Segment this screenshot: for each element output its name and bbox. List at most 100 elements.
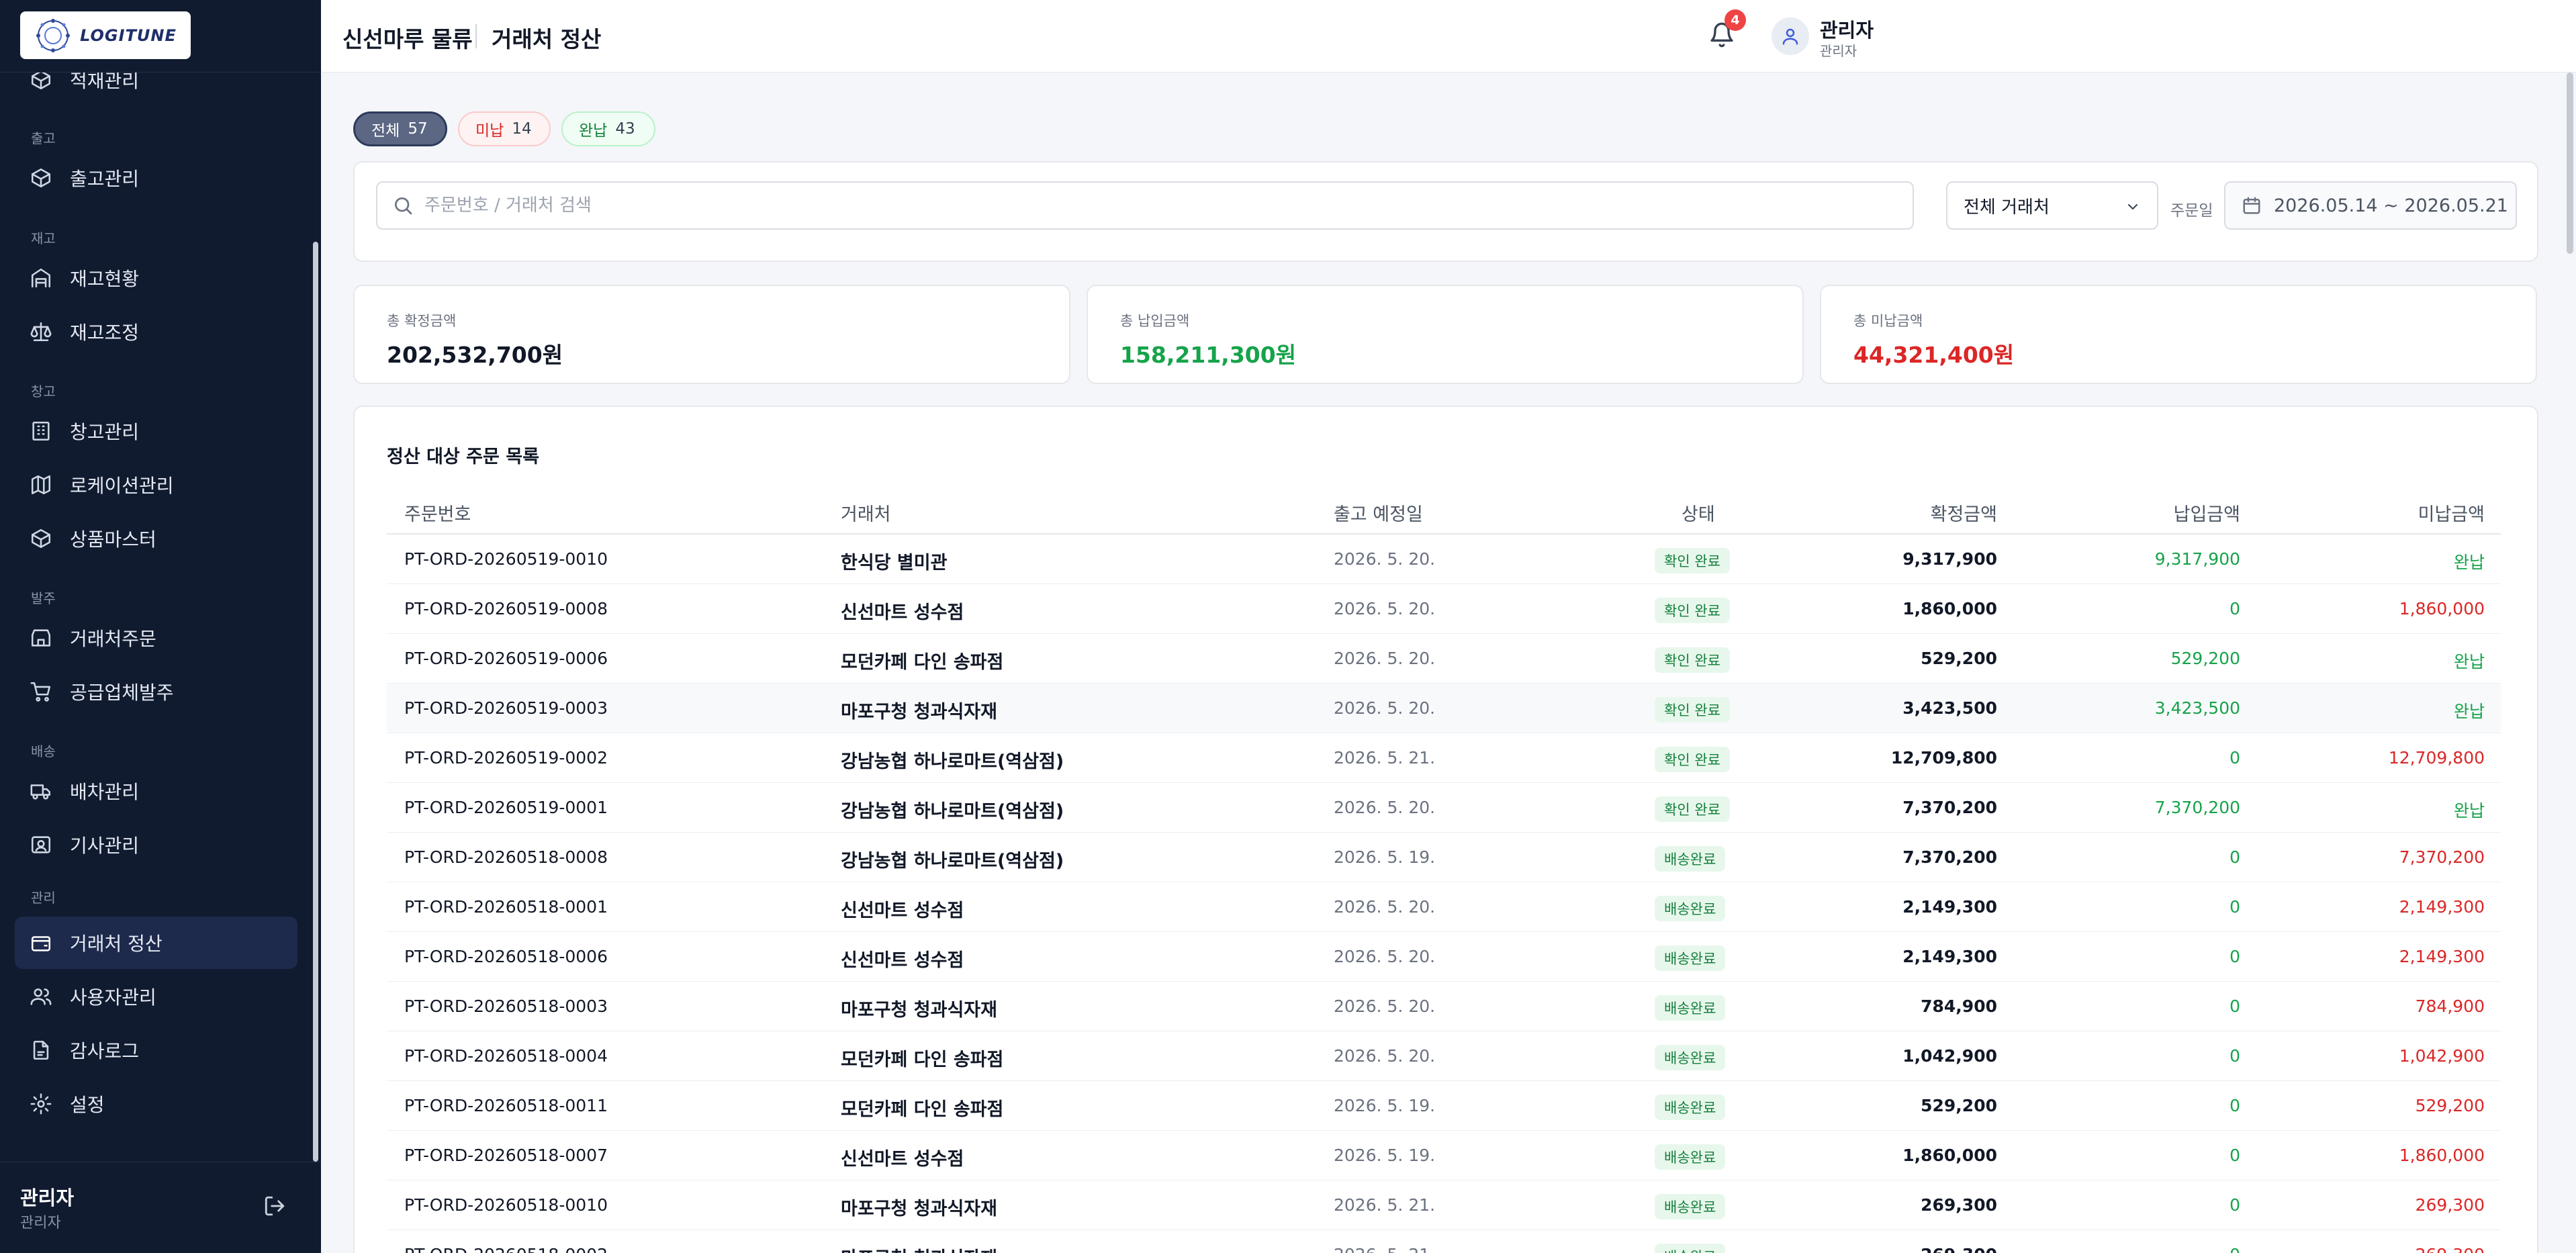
order-number[interactable]: PT-ORD-20260518-0008	[404, 847, 608, 867]
sidebar-item[interactable]: 거래처 정산	[15, 917, 297, 969]
table-row[interactable]: PT-ORD-20260519-0001 강남농협 하나로마트(역삼점) 2026.…	[387, 783, 2501, 833]
sidebar-item-label: 재고조정	[70, 322, 140, 344]
logout-icon[interactable]	[263, 1195, 286, 1217]
column-header-unpaid[interactable]: 미납금액	[2418, 500, 2485, 526]
sidebar-item[interactable]: 상품마스터	[15, 512, 297, 565]
table-row[interactable]: PT-ORD-20260518-0007 신선마트 성수점 2026. 5. 19.…	[387, 1131, 2501, 1180]
unpaid-amount: 269,300	[2416, 1245, 2485, 1253]
vendor-name: 마포구청 청과식자재	[841, 1244, 997, 1253]
order-number[interactable]: PT-ORD-20260518-0007	[404, 1146, 608, 1165]
ship-date: 2026. 5. 19.	[1334, 1146, 1436, 1165]
vendor-name: 신선마트 성수점	[841, 900, 964, 921]
table-row[interactable]: PT-ORD-20260518-0011 모던카페 다인 송파점 2026. 5. …	[387, 1081, 2501, 1131]
paid-amount: 0	[2229, 1245, 2240, 1253]
status-badge: 확인 완료	[1655, 548, 1730, 573]
table-row[interactable]: PT-ORD-20260518-0008 강남농협 하나로마트(역삼점) 2026.…	[387, 833, 2501, 882]
order-number[interactable]: PT-ORD-20260518-0004	[404, 1046, 608, 1066]
sidebar-item[interactable]: 적재관리	[15, 73, 297, 106]
order-number[interactable]: PT-ORD-20260519-0001	[404, 798, 608, 817]
box-icon	[31, 73, 51, 90]
column-header-vendor[interactable]: 거래처	[841, 500, 891, 526]
main-scrollbar[interactable]	[2567, 73, 2573, 254]
sidebar-item[interactable]: 출고관리	[15, 152, 297, 204]
column-header-order[interactable]: 주문번호	[404, 500, 471, 526]
vendor-name: 신선마트 성수점	[841, 602, 964, 623]
sidebar-item[interactable]: 거래처주문	[15, 612, 297, 664]
table-row[interactable]: PT-ORD-20260519-0006 모던카페 다인 송파점 2026. 5. …	[387, 634, 2501, 684]
sidebar-scrollbar[interactable]	[313, 242, 318, 1162]
sidebar-item[interactable]: 창고관리	[15, 405, 297, 457]
unpaid-amount: 1,860,000	[2399, 1146, 2485, 1165]
order-number[interactable]: PT-ORD-20260519-0003	[404, 698, 608, 718]
sidebar-item[interactable]: 공급업체발주	[15, 665, 297, 718]
filter-all-pill[interactable]: 전체 57	[353, 111, 447, 146]
sidebar-item[interactable]: 사용자관리	[15, 970, 297, 1023]
vendor-name: 모던카페 다인 송파점	[841, 1099, 1004, 1120]
table-row[interactable]: PT-ORD-20260518-0001 신선마트 성수점 2026. 5. 20.…	[387, 882, 2501, 932]
sidebar-item[interactable]: 재고조정	[15, 306, 297, 358]
table-row[interactable]: PT-ORD-20260518-0003 마포구청 청과식자재 2026. 5. 2…	[387, 982, 2501, 1031]
header-user-name[interactable]: 관리자	[1820, 15, 1874, 43]
table-row[interactable]: PT-ORD-20260518-0010 마포구청 청과식자재 2026. 5. 2…	[387, 1180, 2501, 1230]
table-row[interactable]: PT-ORD-20260519-0010 한식당 별미관 2026. 5. 20. 확…	[387, 535, 2501, 584]
confirmed-amount: 2,149,300	[1902, 897, 1997, 917]
filter-unpaid-count: 14	[512, 120, 532, 138]
sidebar-item[interactable]: 기사관리	[15, 819, 297, 871]
column-header-date[interactable]: 출고 예정일	[1334, 500, 1423, 526]
sidebar-item-label: 기사관리	[70, 835, 140, 857]
status-cell: 배송완료	[1655, 896, 1726, 921]
search-box[interactable]	[376, 181, 1914, 230]
confirmed-amount: 7,370,200	[1902, 847, 1997, 867]
sidebar-item-label: 배차관리	[70, 781, 140, 803]
sidebar-item[interactable]: 재고현황	[15, 252, 297, 304]
company-name: 신선마루 물류	[342, 26, 473, 52]
sidebar-item[interactable]: 배차관리	[15, 765, 297, 817]
box-icon	[31, 168, 51, 188]
column-header-confirmed[interactable]: 확정금액	[1931, 500, 1997, 526]
table-row[interactable]: PT-ORD-20260518-0006 신선마트 성수점 2026. 5. 20.…	[387, 932, 2501, 982]
sidebar-nav: 출고 재고 창고 발주 배송 관리 적재관리 출고관리 재고현황 재고조정 창고관리 로케이션관리 상품…	[0, 73, 321, 1162]
unpaid-amount: 완납	[2453, 801, 2485, 821]
column-header-paid[interactable]: 납입금액	[2174, 500, 2240, 526]
paid-amount: 0	[2229, 1046, 2240, 1066]
sidebar-item[interactable]: 로케이션관리	[15, 459, 297, 511]
logo[interactable]: LOGITUNE	[20, 11, 191, 59]
sidebar-item[interactable]: 감사로그	[15, 1024, 297, 1076]
order-number[interactable]: PT-ORD-20260519-0008	[404, 599, 608, 618]
order-number[interactable]: PT-ORD-20260519-0006	[404, 649, 608, 668]
filter-paid-pill[interactable]: 완납 43	[561, 111, 655, 146]
order-number[interactable]: PT-ORD-20260518-0002	[404, 1245, 608, 1253]
status-cell: 확인 완료	[1655, 647, 1730, 673]
sidebar-item[interactable]: 설정	[15, 1078, 297, 1130]
table-row[interactable]: PT-ORD-20260519-0002 강남농협 하나로마트(역삼점) 2026.…	[387, 733, 2501, 783]
order-number[interactable]: PT-ORD-20260518-0001	[404, 897, 608, 917]
table-row[interactable]: PT-ORD-20260518-0004 모던카페 다인 송파점 2026. 5. …	[387, 1031, 2501, 1081]
paid-amount: 0	[2229, 897, 2240, 917]
table-body: PT-ORD-20260519-0010 한식당 별미관 2026. 5. 20. 확…	[387, 535, 2501, 1253]
confirmed-amount: 529,200	[1921, 649, 1997, 668]
order-number[interactable]: PT-ORD-20260519-0002	[404, 748, 608, 768]
status-badge: 배송완료	[1655, 1095, 1726, 1120]
search-input[interactable]	[424, 195, 1835, 216]
avatar[interactable]	[1772, 17, 1809, 55]
notification-badge: 4	[1724, 9, 1746, 31]
order-number[interactable]: PT-ORD-20260519-0010	[404, 549, 608, 569]
order-number[interactable]: PT-ORD-20260518-0003	[404, 996, 608, 1016]
page-title: 거래처 정산	[492, 26, 602, 52]
vendor-name: 모던카페 다인 송파점	[841, 652, 1004, 673]
table-row[interactable]: PT-ORD-20260519-0008 신선마트 성수점 2026. 5. 20.…	[387, 584, 2501, 634]
order-number[interactable]: PT-ORD-20260518-0006	[404, 947, 608, 966]
filter-unpaid-pill[interactable]: 미납 14	[458, 111, 551, 146]
date-range-picker[interactable]: 2026.05.14 ~ 2026.05.21	[2224, 181, 2517, 230]
table-row[interactable]: PT-ORD-20260518-0002 마포구청 청과식자재 2026. 5. 2…	[387, 1230, 2501, 1253]
vendor-select[interactable]: 전체 거래처	[1946, 181, 2158, 230]
table-row[interactable]: PT-ORD-20260519-0003 마포구청 청과식자재 2026. 5. 2…	[387, 684, 2501, 733]
status-badge: 확인 완료	[1655, 697, 1730, 723]
paid-amount: 0	[2229, 847, 2240, 867]
status-cell: 배송완료	[1655, 1144, 1726, 1170]
order-number[interactable]: PT-ORD-20260518-0011	[404, 1096, 608, 1115]
sidebar-item-label: 출고관리	[70, 168, 140, 190]
order-number[interactable]: PT-ORD-20260518-0010	[404, 1195, 608, 1215]
file-icon	[33, 1040, 49, 1060]
column-header-status[interactable]: 상태	[1682, 500, 1715, 526]
